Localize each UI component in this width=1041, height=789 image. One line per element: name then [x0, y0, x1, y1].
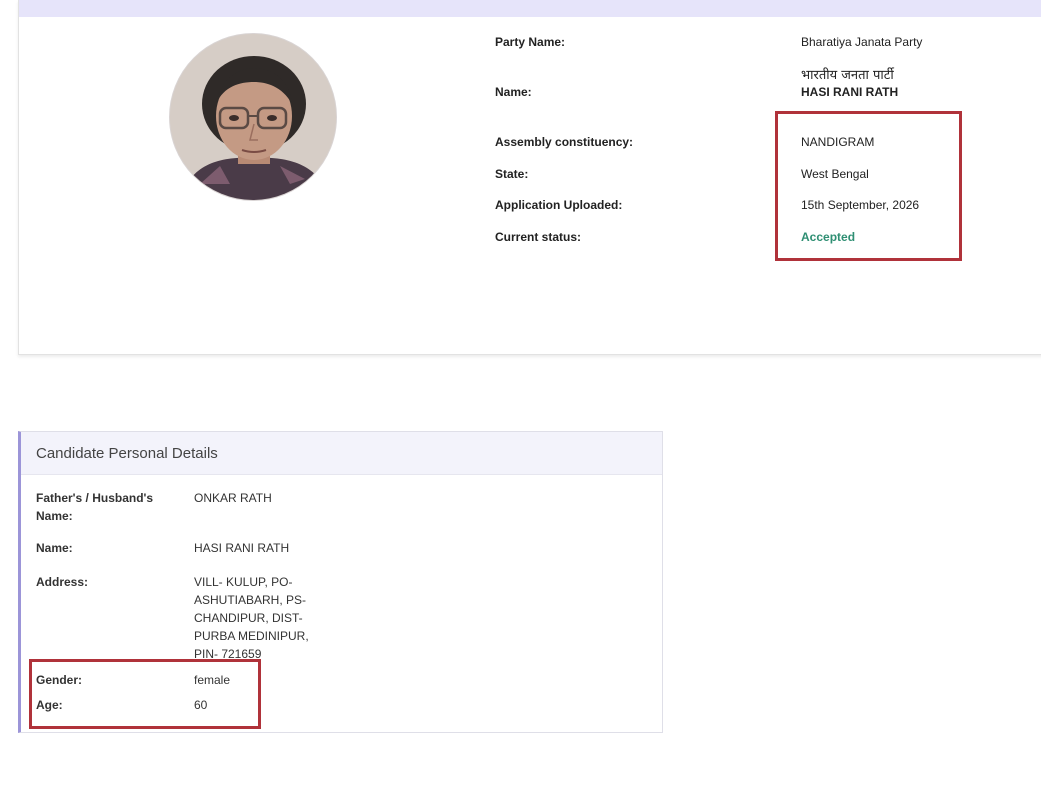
father-husband-label-line2: Name:	[36, 509, 73, 523]
current-status-label: Current status:	[495, 230, 582, 244]
application-uploaded-label: Application Uploaded:	[495, 198, 623, 212]
address-line: ASHUTIABARH, PS-	[194, 593, 307, 607]
highlight-box-constituency	[775, 111, 962, 261]
candidate-photo-image	[170, 34, 336, 200]
party-name-label: Party Name:	[495, 35, 566, 49]
address-line: CHANDIPUR, DIST-	[194, 611, 303, 625]
name-label: Name:	[495, 85, 532, 99]
constituency-label: Assembly constituency:	[495, 135, 634, 149]
state-label: State:	[495, 167, 529, 181]
father-husband-value: ONKAR RATH	[194, 491, 272, 505]
candidate-name-value: HASI RANI RATH	[801, 85, 899, 99]
address-value: VILL- KULUP, PO- ASHUTIABARH, PS- CHANDI…	[194, 573, 309, 663]
candidate-summary-card: Party Name: Bharatiya Janata Party भारती…	[18, 0, 1041, 355]
address-label: Address:	[36, 575, 89, 589]
candidate-photo	[169, 33, 337, 201]
party-name-value: Bharatiya Janata Party	[801, 35, 923, 49]
father-husband-label-line1: Father's / Husband's	[36, 491, 154, 505]
card-header-strip	[19, 0, 1041, 17]
highlight-box-gender-age	[29, 659, 261, 729]
party-name-hindi: भारतीय जनता पार्टी	[801, 68, 894, 83]
personal-name-label: Name:	[36, 541, 73, 555]
panel-header: Candidate Personal Details	[21, 432, 662, 475]
panel-title: Candidate Personal Details	[36, 445, 218, 462]
address-line: VILL- KULUP, PO-	[194, 575, 293, 589]
address-line: PURBA MEDINIPUR,	[194, 629, 309, 643]
personal-name-value: HASI RANI RATH	[194, 541, 290, 555]
father-husband-label: Father's / Husband's Name:	[36, 489, 153, 525]
